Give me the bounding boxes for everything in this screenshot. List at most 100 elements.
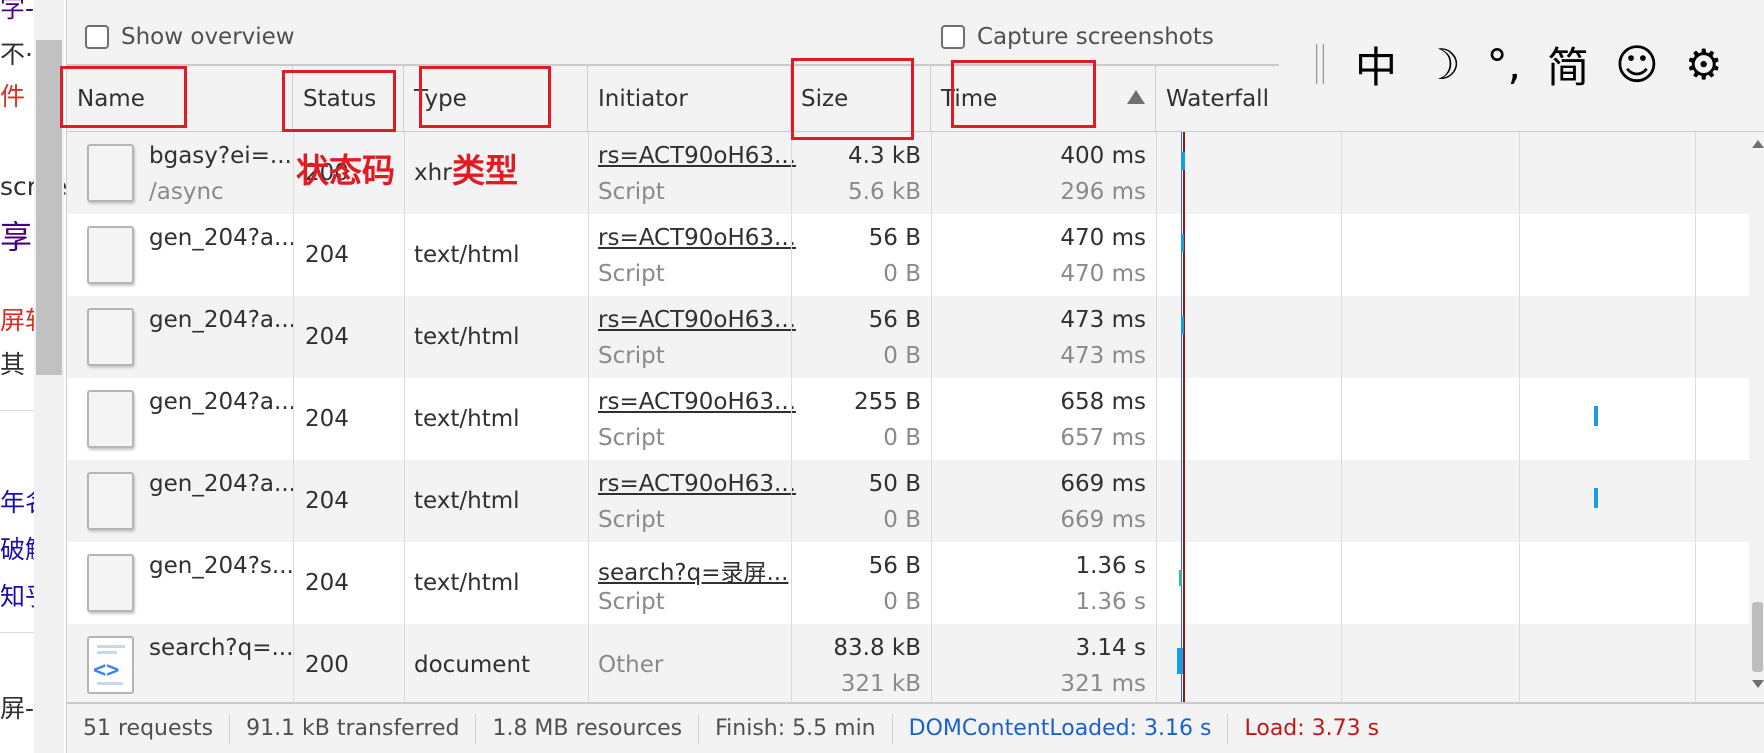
initiator-link[interactable]: rs=ACT90oH63... <box>598 307 796 333</box>
scroll-up-arrow-icon[interactable] <box>1752 140 1764 148</box>
time-cell: 669 ms 669 ms <box>931 460 1156 542</box>
name-cell[interactable]: gen_204?s... <box>67 542 294 624</box>
status-cell: 204 <box>293 542 404 624</box>
waterfall-bar[interactable] <box>1594 488 1598 508</box>
show-overview-checkbox[interactable] <box>85 25 109 49</box>
name-cell[interactable]: gen_204?a... <box>67 378 296 460</box>
requests-count: 51 requests <box>67 713 231 744</box>
status-value: 200 <box>305 652 349 678</box>
annotation-box-size <box>791 58 914 140</box>
waterfall-bar[interactable] <box>1177 648 1183 674</box>
size-resource: 0 B <box>883 589 921 615</box>
capture-screenshots-checkbox[interactable] <box>941 25 965 49</box>
table-row[interactable]: gen_204?a... 204 text/html rs=ACT90oH63.… <box>67 296 1764 378</box>
column-divider <box>1156 132 1157 702</box>
file-icon <box>87 554 134 612</box>
time-cell: 473 ms 473 ms <box>931 296 1156 378</box>
size-cell: 56 B 0 B <box>791 214 931 296</box>
time-total: 658 ms <box>1060 389 1146 415</box>
initiator-link[interactable]: rs=ACT90oH63... <box>598 225 796 251</box>
page-scrollbar-thumb[interactable] <box>36 40 62 375</box>
status-cell: 204 <box>293 378 404 460</box>
emoji-icon[interactable]: ☺ <box>1615 40 1659 89</box>
punctuation-icon[interactable]: °, <box>1487 40 1521 89</box>
size-resource: 0 B <box>883 507 921 533</box>
column-header-initiator[interactable]: Initiator <box>588 66 791 132</box>
table-row[interactable]: gen_204?a... 204 text/html rs=ACT90oH63.… <box>67 460 1764 542</box>
column-divider <box>293 132 294 702</box>
divider <box>0 410 34 411</box>
annotation-type-label: 类型 <box>452 151 518 190</box>
initiator-link[interactable]: rs=ACT90oH63... <box>598 389 796 415</box>
waterfall-bar[interactable] <box>1179 570 1182 586</box>
status-cell: 204 <box>293 296 404 378</box>
transferred-size: 91.1 kB transferred <box>230 713 477 744</box>
table-row[interactable]: <> search?q=... 200 document Other 83.8 … <box>67 624 1764 702</box>
time-total: 400 ms <box>1060 143 1146 169</box>
request-name: gen_204?a... <box>149 389 296 415</box>
gear-icon[interactable]: ⚙ <box>1685 40 1723 89</box>
status-cell: 204 <box>293 460 404 542</box>
time-cell: 1.36 s 1.36 s <box>931 542 1156 624</box>
size-transferred: 56 B <box>868 553 921 579</box>
initiator-link[interactable]: rs=ACT90oH63... <box>598 143 796 169</box>
table-row[interactable]: gen_204?s... 204 text/html search?q=录屏..… <box>67 542 1764 624</box>
initiator-cell[interactable]: rs=ACT90oH63... Script <box>588 296 796 378</box>
type-value: text/html <box>414 324 520 350</box>
name-cell[interactable]: <> search?q=... <box>67 624 293 702</box>
file-icon <box>87 144 134 202</box>
waterfall-bar[interactable] <box>1594 406 1598 426</box>
waterfall-bar[interactable] <box>1181 316 1184 334</box>
name-cell[interactable]: gen_204?a... <box>67 214 296 296</box>
column-divider <box>931 132 932 702</box>
page-text-fragment: 其 <box>0 350 26 379</box>
size-transferred: 56 B <box>868 307 921 333</box>
initiator-cell[interactable]: rs=ACT90oH63... Script <box>588 132 796 214</box>
dom-content-loaded-marker <box>1181 132 1182 702</box>
time-total: 473 ms <box>1060 307 1146 333</box>
initiator-link[interactable]: search?q=录屏... <box>598 553 788 587</box>
size-resource: 0 B <box>883 425 921 451</box>
moon-icon[interactable]: ☽ <box>1423 40 1461 89</box>
simplified-icon[interactable]: 简 <box>1547 34 1589 95</box>
resources-size: 1.8 MB resources <box>476 713 700 744</box>
name-cell[interactable]: gen_204?a... <box>67 296 296 378</box>
type-value: text/html <box>414 242 520 268</box>
time-total: 1.36 s <box>1075 553 1146 579</box>
initiator-link[interactable]: rs=ACT90oH63... <box>598 471 796 497</box>
time-latency: 669 ms <box>1060 507 1146 533</box>
scroll-down-arrow-icon[interactable] <box>1752 680 1764 688</box>
status-cell: 204 <box>293 214 404 296</box>
time-cell: 470 ms 470 ms <box>931 214 1156 296</box>
table-row[interactable]: gen_204?a... 204 text/html rs=ACT90oH63.… <box>67 214 1764 296</box>
type-cell: text/html <box>404 296 588 378</box>
request-name: gen_204?a... <box>149 225 296 251</box>
toolbar-grip-icon[interactable] <box>1315 44 1325 84</box>
size-cell: 50 B 0 B <box>791 460 931 542</box>
name-cell[interactable]: bgasy?ei=... /async <box>67 132 293 214</box>
waterfall-bar[interactable] <box>1181 152 1185 170</box>
waterfall-gridline <box>1519 132 1520 702</box>
initiator-cell[interactable]: search?q=录屏... Script <box>588 542 791 624</box>
column-header-label: Waterfall <box>1166 86 1269 112</box>
size-cell: 56 B 0 B <box>791 542 931 624</box>
column-divider <box>588 132 589 702</box>
initiator-cell[interactable]: rs=ACT90oH63... Script <box>588 460 796 542</box>
capture-screenshots-option[interactable]: Capture screenshots <box>941 24 1214 50</box>
show-overview-label: Show overview <box>121 24 295 50</box>
table-scrollbar-thumb[interactable] <box>1752 602 1763 672</box>
initiator-type: Script <box>598 179 665 205</box>
size-cell: 4.3 kB 5.6 kB <box>791 132 931 214</box>
chinese-mode-icon[interactable]: 中 <box>1355 34 1397 95</box>
table-row[interactable]: gen_204?a... 204 text/html rs=ACT90oH63.… <box>67 378 1764 460</box>
waterfall-bar[interactable] <box>1181 234 1184 252</box>
initiator-cell[interactable]: rs=ACT90oH63... Script <box>588 214 796 296</box>
table-scrollbar[interactable] <box>1749 132 1764 702</box>
time-latency: 470 ms <box>1060 261 1146 287</box>
initiator-cell[interactable]: rs=ACT90oH63... Script <box>588 378 796 460</box>
show-overview-option[interactable]: Show overview <box>85 24 295 50</box>
type-value: text/html <box>414 406 520 432</box>
page-text-fragment: 件 <box>0 82 26 111</box>
annotation-box-time <box>951 60 1096 128</box>
name-cell[interactable]: gen_204?a... <box>67 460 296 542</box>
